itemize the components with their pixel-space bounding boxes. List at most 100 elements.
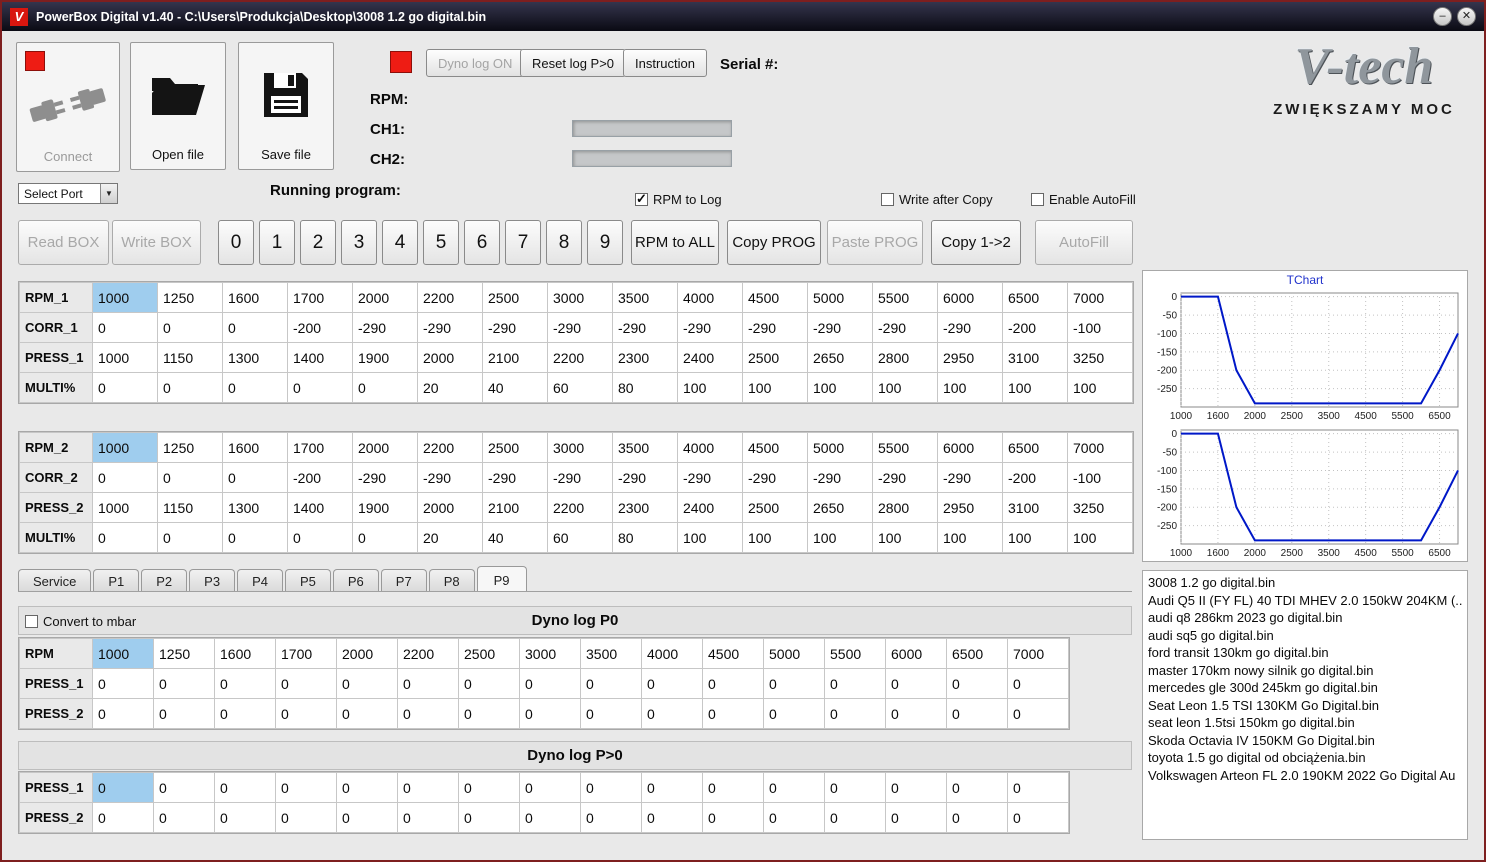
program-6-button[interactable]: 6 xyxy=(464,220,500,265)
value-cell[interactable]: 7000 xyxy=(1007,638,1069,669)
value-cell[interactable]: 1900 xyxy=(352,342,418,373)
value-cell[interactable]: 0 xyxy=(222,462,288,493)
value-cell[interactable]: 20 xyxy=(417,522,483,553)
program-4-button[interactable]: 4 xyxy=(382,220,418,265)
value-cell[interactable]: 6000 xyxy=(885,638,947,669)
value-cell[interactable]: 0 xyxy=(1007,698,1069,729)
value-cell[interactable]: 2200 xyxy=(547,342,613,373)
dropdown-arrow-icon[interactable]: ▼ xyxy=(100,184,117,203)
value-cell[interactable]: 0 xyxy=(458,668,520,699)
file-list-item[interactable]: Seat Leon 1.5 TSI 130KM Go Digital.bin xyxy=(1148,697,1462,715)
value-cell[interactable]: -200 xyxy=(287,312,353,343)
value-cell[interactable]: -290 xyxy=(872,312,938,343)
value-cell[interactable]: 100 xyxy=(742,522,808,553)
value-cell[interactable]: 0 xyxy=(702,668,764,699)
tab-p1[interactable]: P1 xyxy=(93,569,140,592)
value-cell[interactable]: 0 xyxy=(336,698,398,729)
value-cell[interactable]: 0 xyxy=(580,668,642,699)
value-cell[interactable]: 0 xyxy=(92,698,154,729)
value-cell[interactable]: -100 xyxy=(1067,462,1133,493)
tab-service[interactable]: Service xyxy=(18,569,92,592)
value-cell[interactable]: 0 xyxy=(92,462,158,493)
value-cell[interactable]: 0 xyxy=(458,698,520,729)
value-cell[interactable]: 0 xyxy=(336,802,398,833)
value-cell[interactable]: 0 xyxy=(92,522,158,553)
save-file-button[interactable]: Save file xyxy=(238,42,334,170)
value-cell[interactable]: -290 xyxy=(742,312,808,343)
value-cell[interactable]: 6500 xyxy=(1002,432,1068,463)
value-cell[interactable]: 4500 xyxy=(742,432,808,463)
value-cell[interactable]: 0 xyxy=(352,522,418,553)
value-cell[interactable]: 100 xyxy=(1067,372,1133,403)
value-cell[interactable]: 1300 xyxy=(222,342,288,373)
tab-p9[interactable]: P9 xyxy=(476,566,527,592)
checkbox-box[interactable] xyxy=(635,191,648,207)
value-cell[interactable]: 100 xyxy=(1002,522,1068,553)
value-cell[interactable]: 0 xyxy=(153,668,215,699)
value-cell[interactable]: 0 xyxy=(824,698,886,729)
program-3-button[interactable]: 3 xyxy=(341,220,377,265)
value-cell[interactable]: 2000 xyxy=(417,492,483,523)
value-cell[interactable]: 2650 xyxy=(807,492,873,523)
value-cell[interactable]: 100 xyxy=(937,372,1003,403)
value-cell[interactable]: 0 xyxy=(519,802,581,833)
value-cell[interactable]: 100 xyxy=(1067,522,1133,553)
value-cell[interactable]: -290 xyxy=(937,312,1003,343)
value-cell[interactable]: 0 xyxy=(1007,772,1069,803)
value-cell[interactable]: 0 xyxy=(824,802,886,833)
value-cell[interactable]: 0 xyxy=(157,372,223,403)
value-cell[interactable]: 0 xyxy=(519,772,581,803)
value-cell[interactable]: 0 xyxy=(641,698,703,729)
value-cell[interactable]: 1700 xyxy=(287,432,353,463)
value-cell[interactable]: 5500 xyxy=(872,432,938,463)
value-cell[interactable]: 1700 xyxy=(275,638,337,669)
value-cell[interactable]: 3000 xyxy=(547,282,613,313)
file-list-item[interactable]: Volkswagen Arteon FL 2.0 190KM 2022 Go D… xyxy=(1148,767,1462,785)
value-cell[interactable]: 2000 xyxy=(336,638,398,669)
value-cell[interactable]: 1700 xyxy=(287,282,353,313)
value-cell[interactable]: 0 xyxy=(580,802,642,833)
value-cell[interactable]: 0 xyxy=(702,802,764,833)
value-cell[interactable]: 2200 xyxy=(417,282,483,313)
value-cell[interactable]: 1000 xyxy=(92,432,158,463)
tab-p2[interactable]: P2 xyxy=(141,569,188,592)
value-cell[interactable]: 1000 xyxy=(92,492,158,523)
program-8-button[interactable]: 8 xyxy=(546,220,582,265)
value-cell[interactable]: 2000 xyxy=(417,342,483,373)
value-cell[interactable]: 0 xyxy=(946,772,1008,803)
value-cell[interactable]: 0 xyxy=(1007,668,1069,699)
program-5-button[interactable]: 5 xyxy=(423,220,459,265)
value-cell[interactable]: 0 xyxy=(214,668,276,699)
value-cell[interactable]: 5000 xyxy=(807,282,873,313)
value-cell[interactable]: 4500 xyxy=(742,282,808,313)
value-cell[interactable]: 100 xyxy=(677,522,743,553)
checkbox-box[interactable] xyxy=(881,193,894,206)
program-0-button[interactable]: 0 xyxy=(218,220,254,265)
value-cell[interactable]: 2800 xyxy=(872,342,938,373)
rpm-to-all-button[interactable]: RPM to ALL xyxy=(631,220,719,265)
value-cell[interactable]: 2400 xyxy=(677,342,743,373)
minimize-button[interactable]: – xyxy=(1433,7,1452,26)
file-list-item[interactable]: toyota 1.5 go digital od obciążenia.bin xyxy=(1148,749,1462,767)
value-cell[interactable]: 3100 xyxy=(1002,342,1068,373)
value-cell[interactable]: 0 xyxy=(946,802,1008,833)
value-cell[interactable]: 5500 xyxy=(824,638,886,669)
value-cell[interactable]: -290 xyxy=(677,462,743,493)
value-cell[interactable]: 6000 xyxy=(937,282,1003,313)
value-cell[interactable]: 0 xyxy=(287,522,353,553)
value-cell[interactable]: 0 xyxy=(641,668,703,699)
value-cell[interactable]: 0 xyxy=(580,698,642,729)
program-7-button[interactable]: 7 xyxy=(505,220,541,265)
value-cell[interactable]: 2400 xyxy=(677,492,743,523)
rpm-to-log-checkbox[interactable]: RPM to Log xyxy=(635,191,722,207)
select-port-dropdown[interactable]: Select Port ▼ xyxy=(18,183,118,204)
value-cell[interactable]: 0 xyxy=(153,802,215,833)
value-cell[interactable]: 0 xyxy=(641,802,703,833)
tab-p6[interactable]: P6 xyxy=(332,569,379,592)
value-cell[interactable]: -290 xyxy=(417,312,483,343)
value-cell[interactable]: 0 xyxy=(458,772,520,803)
value-cell[interactable]: 0 xyxy=(824,772,886,803)
value-cell[interactable]: -290 xyxy=(417,462,483,493)
value-cell[interactable]: 0 xyxy=(763,668,825,699)
checkbox-box[interactable] xyxy=(25,615,38,628)
